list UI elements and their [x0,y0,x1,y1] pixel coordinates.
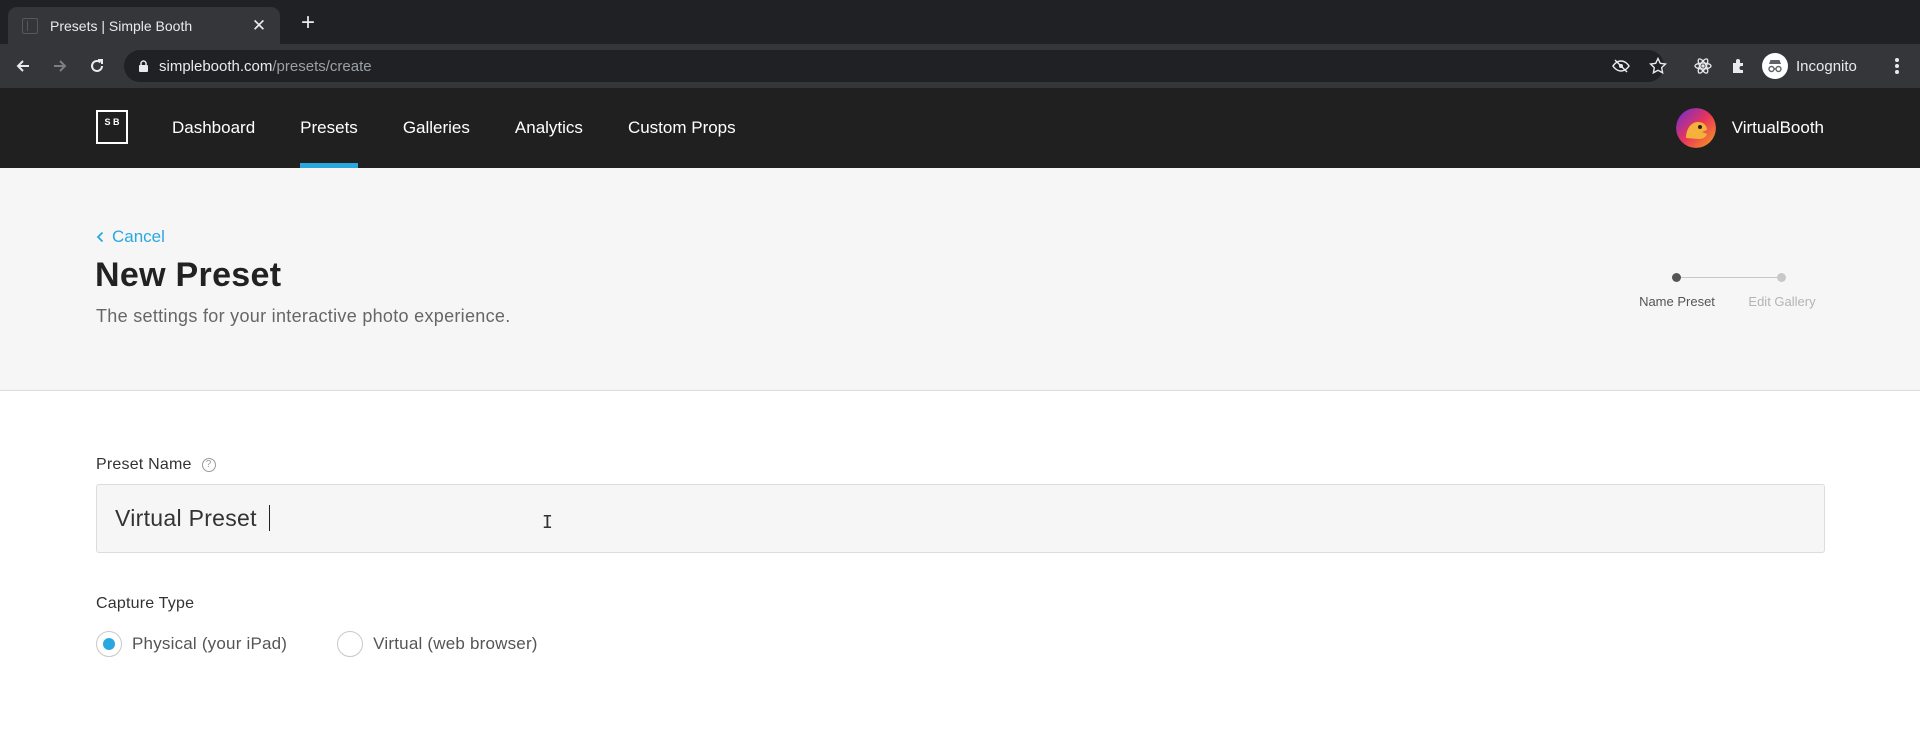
eye-off-icon[interactable] [1610,55,1632,77]
page-subtitle: The settings for your interactive photo … [96,306,511,326]
nav-item-label: Custom Props [627,118,736,137]
nav-item-label: Analytics [514,118,583,137]
preset-name-input[interactable] [96,484,1825,553]
url-path: /presets/create [272,57,372,75]
browser-toolbar: simplebooth.com/presets/create Incognito [0,44,1920,88]
capture-option-label: Physical (your iPad) [132,634,288,653]
nav-item-analytics[interactable]: Analytics [515,88,583,168]
step-label-name-preset: Name Preset [1639,294,1715,309]
capture-option-physical[interactable]: Physical (your iPad) [96,631,287,657]
browser-tab-bar: Presets | Simple Booth ✕ + [0,0,1920,44]
text-caret [269,505,270,531]
user-name: VirtualBooth [1731,118,1824,137]
capture-type-label: Capture Type [96,595,194,613]
cancel-link[interactable]: Cancel [96,227,165,247]
nav-item-label: Dashboard [172,118,256,137]
tab-favicon-icon [22,17,38,34]
user-avatar [1675,108,1716,148]
browser-tab[interactable]: Presets | Simple Booth ✕ [8,7,280,44]
lock-icon [138,59,149,73]
chevron-left-icon [96,231,104,243]
incognito-icon [1762,53,1788,79]
url-host: simplebooth.com [159,57,273,75]
nav-item-presets[interactable]: Presets [300,88,358,168]
simple-booth-logo[interactable]: S B [96,110,128,144]
step-label-edit-gallery: Edit Gallery [1748,294,1816,309]
back-arrow-icon[interactable] [10,53,36,79]
radio-virtual[interactable] [337,631,364,657]
app-nav-bar: S B Dashboard Presets Galleries Analytic… [0,88,1920,168]
tab-title: Presets | Simple Booth [50,17,193,34]
help-icon[interactable]: ? [201,458,216,472]
capture-option-label: Virtual (web browser) [373,634,538,653]
logo-text: S B [104,117,120,127]
preset-name-label-text: Preset Name [96,456,192,473]
ibeam-cursor-icon: I [542,512,553,533]
nav-item-label: Presets [300,118,358,137]
reload-icon[interactable] [84,53,110,79]
step-dot-inactive [1777,273,1786,282]
nav-item-galleries[interactable]: Galleries [403,88,470,168]
page-header: Cancel New Preset The settings for your … [0,168,1920,391]
cancel-label: Cancel [112,227,165,246]
step-dot-active [1672,273,1681,282]
bookmark-star-icon[interactable] [1647,55,1669,77]
capture-type-radio-group: Physical (your iPad) Virtual (web browse… [96,631,538,657]
extensions-puzzle-icon[interactable] [1728,55,1750,77]
nav-item-custom-props[interactable]: Custom Props [628,88,736,168]
capture-option-virtual[interactable]: Virtual (web browser) [337,631,538,657]
forward-arrow-icon[interactable] [47,53,73,79]
step-connector [1673,277,1781,278]
capture-type-label-text: Capture Type [96,595,195,612]
user-menu[interactable]: VirtualBooth [1675,108,1824,148]
address-bar[interactable]: simplebooth.com/presets/create [124,50,1664,82]
browser-menu-icon[interactable] [1892,55,1902,77]
main-nav: Dashboard Presets Galleries Analytics Cu… [172,88,781,168]
new-tab-icon[interactable]: + [296,11,320,35]
page-title: New Preset [95,256,282,294]
nav-item-dashboard[interactable]: Dashboard [172,88,255,168]
incognito-profile[interactable]: Incognito [1762,51,1857,81]
progress-steps: Name Preset Edit Gallery [1620,271,1830,321]
react-devtools-icon[interactable] [1692,55,1714,77]
radio-physical[interactable] [96,631,122,657]
preset-name-label: Preset Name ? [96,456,216,474]
nav-item-label: Galleries [402,118,470,137]
tab-close-icon[interactable]: ✕ [250,16,268,35]
incognito-label: Incognito [1796,57,1857,75]
